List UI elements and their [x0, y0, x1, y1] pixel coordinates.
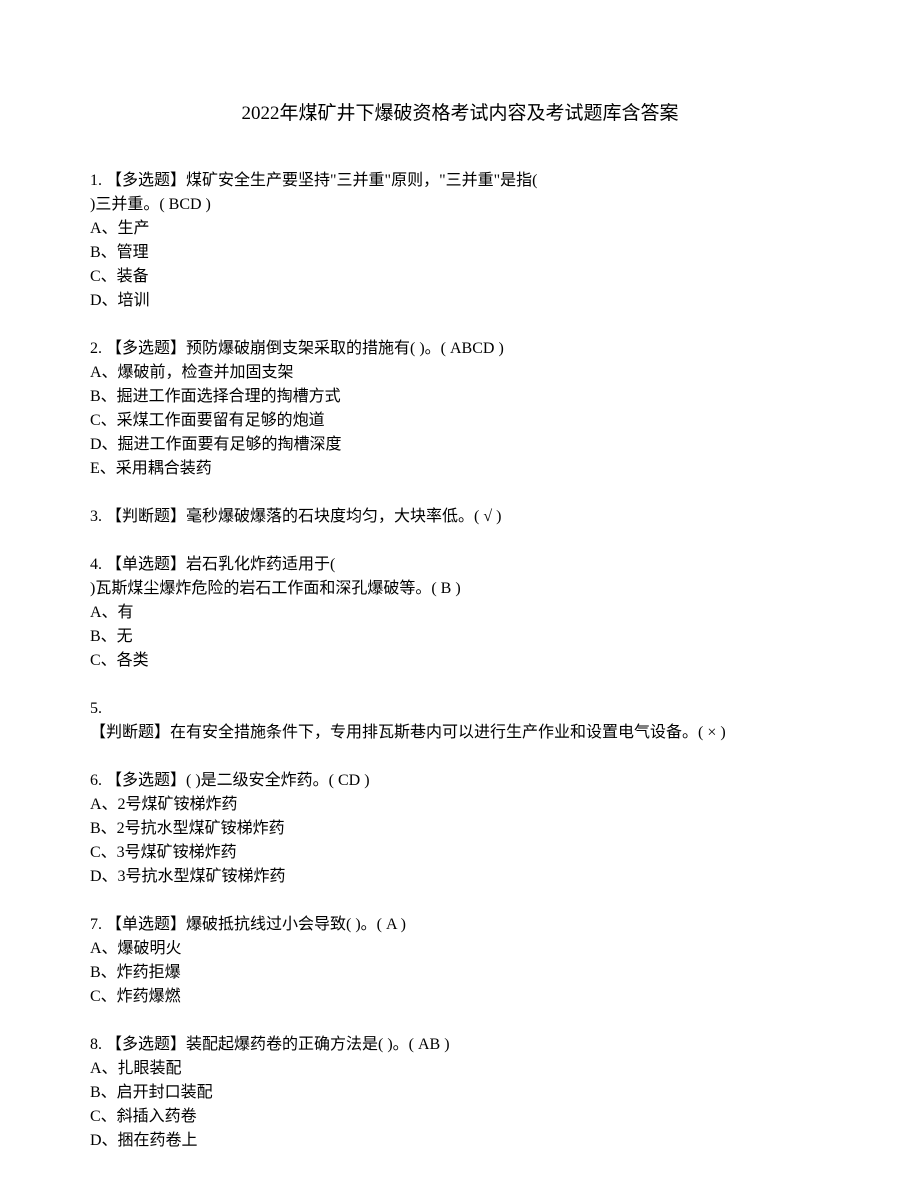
- answer-option: B、2号抗水型煤矿铵梯炸药: [90, 817, 830, 841]
- answer-option: C、炸药爆燃: [90, 985, 830, 1009]
- question-number: 5.: [90, 697, 830, 721]
- answer-option: D、培训: [90, 289, 830, 313]
- answer-option: B、无: [90, 625, 830, 649]
- answer-option: D、捆在药卷上: [90, 1129, 830, 1153]
- question-text-continuation: )三并重。( BCD ): [90, 193, 830, 217]
- question-text: 4. 【单选题】岩石乳化炸药适用于(: [90, 553, 830, 577]
- answer-option: A、生产: [90, 217, 830, 241]
- question-block: 8. 【多选题】装配起爆药卷的正确方法是( )。( AB )A、扎眼装配B、启开…: [90, 1033, 830, 1153]
- question-block: 3. 【判断题】毫秒爆破爆落的石块度均匀，大块率低。( √ ): [90, 505, 830, 529]
- answer-option: C、斜插入药卷: [90, 1105, 830, 1129]
- question-text: 1. 【多选题】煤矿安全生产要坚持"三并重"原则，"三并重"是指(: [90, 169, 830, 193]
- question-text-continuation: )瓦斯煤尘爆炸危险的岩石工作面和深孔爆破等。( B ): [90, 577, 830, 601]
- question-block: 5.【判断题】在有安全措施条件下，专用排瓦斯巷内可以进行生产作业和设置电气设备。…: [90, 697, 830, 745]
- question-block: 2. 【多选题】预防爆破崩倒支架采取的措施有( )。( ABCD )A、爆破前，…: [90, 337, 830, 481]
- answer-option: C、3号煤矿铵梯炸药: [90, 841, 830, 865]
- question-block: 4. 【单选题】岩石乳化炸药适用于()瓦斯煤尘爆炸危险的岩石工作面和深孔爆破等。…: [90, 553, 830, 673]
- answer-option: A、2号煤矿铵梯炸药: [90, 793, 830, 817]
- answer-option: B、掘进工作面选择合理的掏槽方式: [90, 385, 830, 409]
- answer-option: B、管理: [90, 241, 830, 265]
- answer-option: E、采用耦合装药: [90, 457, 830, 481]
- answer-option: C、采煤工作面要留有足够的炮道: [90, 409, 830, 433]
- answer-option: A、爆破明火: [90, 937, 830, 961]
- answer-option: A、扎眼装配: [90, 1057, 830, 1081]
- answer-option: D、掘进工作面要有足够的掏槽深度: [90, 433, 830, 457]
- question-text: 3. 【判断题】毫秒爆破爆落的石块度均匀，大块率低。( √ ): [90, 505, 830, 529]
- answer-option: C、装备: [90, 265, 830, 289]
- answer-option: D、3号抗水型煤矿铵梯炸药: [90, 865, 830, 889]
- question-text: 【判断题】在有安全措施条件下，专用排瓦斯巷内可以进行生产作业和设置电气设备。( …: [90, 721, 830, 745]
- questions-container: 1. 【多选题】煤矿安全生产要坚持"三并重"原则，"三并重"是指()三并重。( …: [90, 169, 830, 1153]
- document-title: 2022年煤矿井下爆破资格考试内容及考试题库含答案: [90, 100, 830, 129]
- question-block: 1. 【多选题】煤矿安全生产要坚持"三并重"原则，"三并重"是指()三并重。( …: [90, 169, 830, 313]
- answer-option: A、有: [90, 601, 830, 625]
- question-text: 2. 【多选题】预防爆破崩倒支架采取的措施有( )。( ABCD ): [90, 337, 830, 361]
- answer-option: B、启开封口装配: [90, 1081, 830, 1105]
- question-text: 6. 【多选题】( )是二级安全炸药。( CD ): [90, 769, 830, 793]
- answer-option: B、炸药拒爆: [90, 961, 830, 985]
- answer-option: A、爆破前，检查并加固支架: [90, 361, 830, 385]
- question-text: 7. 【单选题】爆破抵抗线过小会导致( )。( A ): [90, 913, 830, 937]
- answer-option: C、各类: [90, 649, 830, 673]
- question-block: 6. 【多选题】( )是二级安全炸药。( CD )A、2号煤矿铵梯炸药B、2号抗…: [90, 769, 830, 889]
- question-text: 8. 【多选题】装配起爆药卷的正确方法是( )。( AB ): [90, 1033, 830, 1057]
- question-block: 7. 【单选题】爆破抵抗线过小会导致( )。( A )A、爆破明火B、炸药拒爆C…: [90, 913, 830, 1009]
